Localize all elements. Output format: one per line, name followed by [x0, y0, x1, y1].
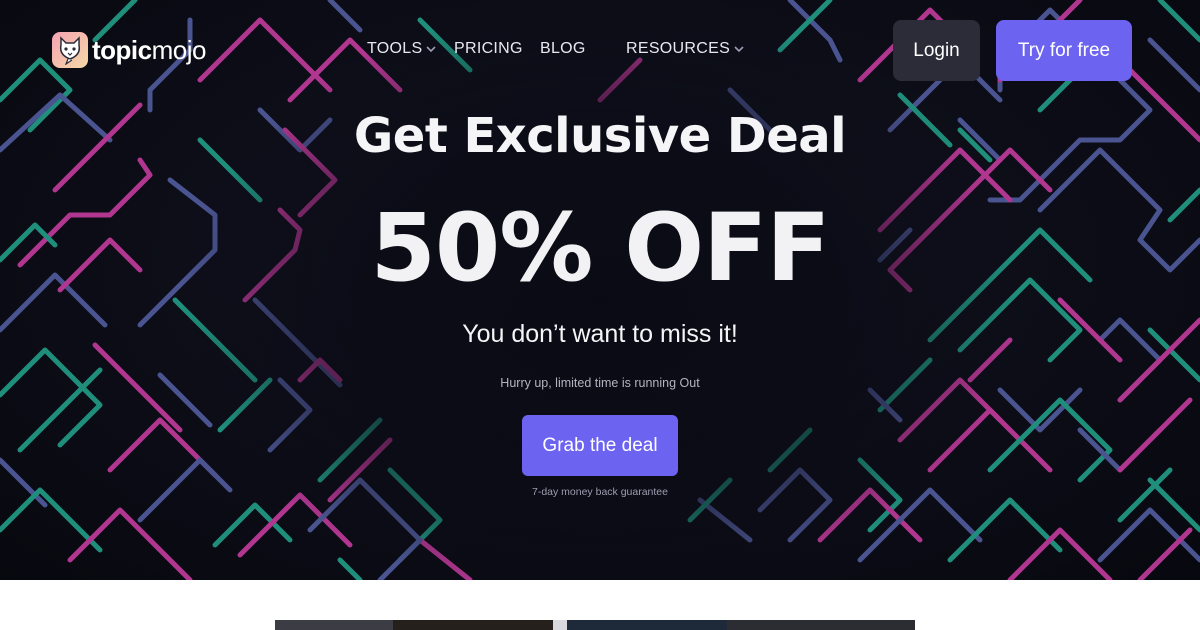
nav-tools[interactable]: TOOLS: [367, 40, 437, 58]
hero-headline: Get Exclusive Deal: [353, 108, 847, 164]
try-for-free-button[interactable]: Try for free: [996, 20, 1132, 81]
urgency-text: Hurry up, limited time is running Out: [500, 376, 700, 390]
discount-text: 50% OFF: [370, 194, 830, 303]
nav-tools-label: TOOLS: [367, 40, 423, 57]
nav-pricing-label: PRICING: [454, 40, 523, 57]
guarantee-text: 7-day money back guarantee: [531, 486, 668, 498]
brand-logo[interactable]: topicmojo: [52, 32, 206, 68]
nav-blog-label: BLOG: [540, 40, 586, 57]
nav-resources-label: RESOURCES: [626, 40, 731, 57]
product-preview-strip: [275, 620, 915, 630]
grab-deal-button[interactable]: Grab the deal: [522, 415, 678, 476]
brand-wordmark: topicmojo: [92, 34, 206, 65]
chevron-down-icon: [426, 46, 437, 53]
nav-pricing[interactable]: PRICING: [454, 40, 523, 58]
chevron-down-icon: [734, 46, 744, 53]
nav-resources[interactable]: RESOURCES: [626, 40, 744, 58]
login-button[interactable]: Login: [893, 20, 980, 81]
nav-blog[interactable]: BLOG: [540, 40, 586, 58]
hero-subline: You don’t want to miss it!: [462, 320, 738, 348]
cat-mascot-icon: [52, 32, 88, 68]
